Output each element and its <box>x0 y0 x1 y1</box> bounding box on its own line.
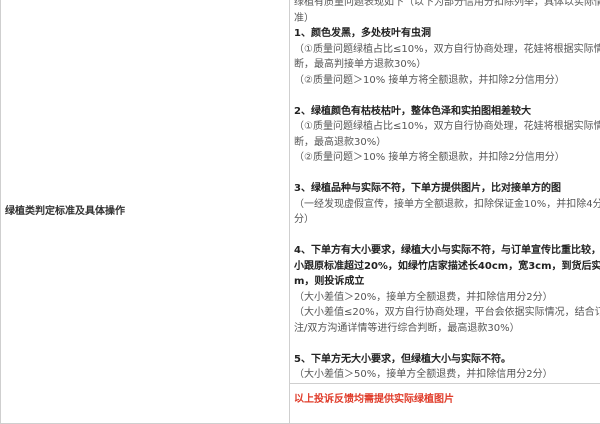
criteria-detail: 断，最高退款30%） <box>294 135 600 151</box>
criteria-detail: 分） <box>294 212 600 228</box>
category-label: 绿植类判定标准及具体操作 <box>1 202 289 217</box>
table-row: 绿植类判定标准及具体操作 绿植有质量问题表现如下（以下为部分信用分扣除列举，具体… <box>1 0 600 383</box>
criteria-detail: （①质量问题绿植占比≤10%，双方自行协商处理，花娃将根据实际情况判 <box>294 42 600 58</box>
criteria-detail: （一经发现虚假宣传，接单方全额退款，扣除保证金10%，并扣除4分信用 <box>294 197 600 213</box>
criteria-detail: 绿植有质量问题表现如下（以下为部分信用分扣除列举，具体以实际情况为 <box>294 0 600 11</box>
blank-line <box>294 166 600 182</box>
criteria-detail: （①质量问题绿植占比≤10%，双方自行协商处理，花娃将根据实际情况判 <box>294 119 600 135</box>
criteria-detail: （②质量问题＞10% 接单方将全额退款，并扣除2分信用分） <box>294 150 600 166</box>
criteria-heading: 5、下单方无大小要求，但绿植大小与实际不符。 <box>294 352 600 368</box>
criteria-heading: 1、颜色发黑，多处枝叶有虫洞 <box>294 26 600 42</box>
footer-cell: 以上投诉反馈均需提供实际绿植图片 <box>290 383 600 424</box>
criteria-detail: 准） <box>294 11 600 27</box>
criteria-detail: （大小差值＞20%，接单方全额退费，并扣除信用分2分） <box>294 290 600 306</box>
criteria-heading: m，则投诉成立 <box>294 274 600 290</box>
criteria-heading: 3、绿植品种与实际不符，下单方提供图片，比对接单方的图 <box>294 181 600 197</box>
blank-line <box>294 88 600 104</box>
category-cell: 绿植类判定标准及具体操作 <box>1 0 290 424</box>
blank-line <box>294 228 600 244</box>
criteria-lines: 绿植有质量问题表现如下（以下为部分信用分扣除列举，具体以实际情况为准）1、颜色发… <box>294 0 600 383</box>
criteria-heading: 2、绿植颜色有枯枝枯叶，整体色泽和实拍图相差较大 <box>294 104 600 120</box>
blank-line <box>294 336 600 352</box>
criteria-detail: （大小差值＞50%，接单方全额退费，并扣除信用分2分） <box>294 367 600 383</box>
criteria-detail: 断，最高判接单方退款30%） <box>294 57 600 73</box>
criteria-cell: 绿植有质量问题表现如下（以下为部分信用分扣除列举，具体以实际情况为准）1、颜色发… <box>290 0 600 383</box>
criteria-heading: 小跟原标准超过20%，如绿竹店家描述长40cm，宽3cm，到货后实测长50c <box>294 259 600 275</box>
criteria-detail: （大小差值≤20%，双方自行协商处理，平台会依据实际情况，结合订单/备 <box>294 305 600 321</box>
criteria-table: 绿植类判定标准及具体操作 绿植有质量问题表现如下（以下为部分信用分扣除列举，具体… <box>0 0 600 424</box>
criteria-detail: 注/双方沟通详情等进行综合判断，最高退款30%） <box>294 321 600 337</box>
footer-note: 以上投诉反馈均需提供实际绿植图片 <box>294 392 600 408</box>
criteria-heading: 4、下单方有大小要求，绿植大小与实际不符，与订单宣传比重比较，绿植大 <box>294 243 600 259</box>
criteria-detail: （②质量问题＞10% 接单方将全额退款，并扣除2分信用分） <box>294 73 600 89</box>
